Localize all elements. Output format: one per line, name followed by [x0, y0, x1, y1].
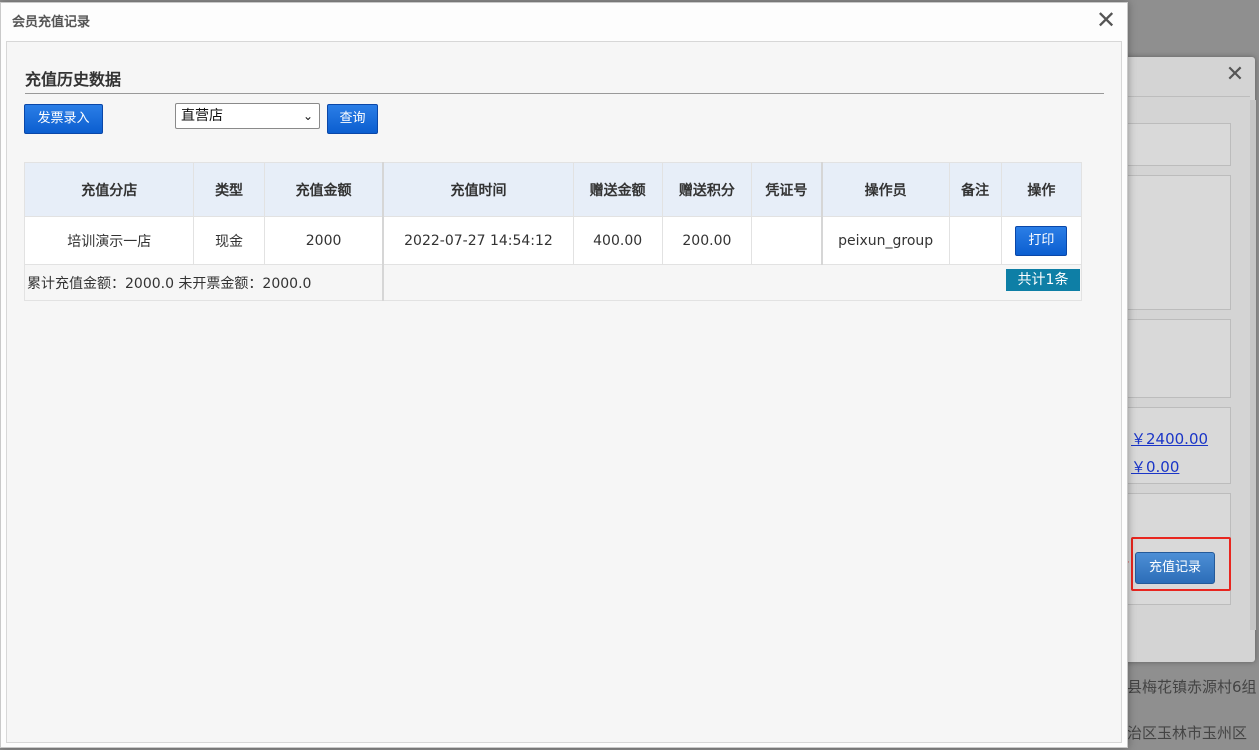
highlight-box	[1131, 537, 1231, 591]
store-select[interactable]: 直营店 ⌄	[175, 103, 320, 129]
cell-voucher	[751, 216, 823, 265]
background-divider	[1110, 96, 1250, 97]
query-button[interactable]: 查询	[327, 104, 378, 134]
background-field	[1127, 123, 1231, 166]
column-header: 凭证号	[751, 162, 823, 217]
section-divider	[25, 93, 1104, 94]
cell-bonus-points: 200.00	[661, 216, 753, 265]
column-header: 操作	[1000, 162, 1083, 217]
table-header-row: 充值分店 类型 充值金额 充值时间 赠送金额 赠送积分 凭证号 操作员 备注 操…	[23, 162, 1083, 217]
cell-amount: 2000	[263, 216, 385, 265]
background-field	[1127, 175, 1231, 310]
store-select-value: 直营店	[181, 108, 223, 124]
invoice-entry-button[interactable]: 发票录入	[24, 104, 103, 134]
background-scrollbar[interactable]	[1250, 100, 1256, 630]
column-header: 赠送积分	[661, 162, 753, 217]
chevron-down-icon: ⌄	[302, 109, 313, 123]
column-header: 备注	[948, 162, 1002, 217]
print-button[interactable]: 打印	[1015, 225, 1068, 256]
cell-time: 2022-07-27 14:54:12	[382, 216, 574, 265]
summary-right-cell: 共计1条	[382, 264, 1083, 301]
table-row: 培训演示一店 现金 2000 2022-07-27 14:54:12 400.0…	[23, 216, 1083, 265]
cell-type: 现金	[193, 216, 265, 265]
recharge-table: 充值分店 类型 充值金额 充值时间 赠送金额 赠送积分 凭证号 操作员 备注 操…	[23, 162, 1083, 301]
column-header: 操作员	[821, 162, 950, 217]
background-field	[1127, 319, 1231, 398]
background-address-1: 县梅花镇赤源村6组	[1127, 678, 1257, 696]
recharge-record-modal: 会员充值记录 ✕ 充值历史数据 发票录入 直营店 ⌄ 查询 充值分店 类型 充值…	[0, 2, 1128, 748]
summary-text: 累计充值金额：2000.0 未开票金额：2000.0	[24, 264, 385, 301]
modal-title: 会员充值记录	[12, 15, 91, 30]
background-address-2: 治区玉林市玉州区	[1127, 724, 1248, 742]
column-header: 赠送金额	[572, 162, 663, 217]
total-count-badge: 共计1条	[1006, 269, 1080, 291]
cell-bonus-amount: 400.00	[572, 216, 663, 265]
amount-link-2[interactable]: ￥0.00	[1131, 456, 1179, 477]
column-header: 充值金额	[263, 162, 385, 217]
table-summary-row: 累计充值金额：2000.0 未开票金额：2000.0 共计1条	[24, 264, 1083, 301]
column-header: 类型	[193, 162, 265, 217]
amount-link-1[interactable]: ￥2400.00	[1131, 428, 1208, 449]
modal-body: 充值历史数据 发票录入 直营店 ⌄ 查询 充值分店 类型 充值金额 充值时间 赠…	[6, 41, 1122, 743]
column-header: 充值分店	[23, 162, 195, 217]
section-title: 充值历史数据	[25, 70, 122, 89]
cell-store: 培训演示一店	[23, 216, 195, 265]
cell-operator: peixun_group	[821, 216, 950, 265]
background-close-icon[interactable]: ✕	[1222, 62, 1248, 88]
cell-remark	[948, 216, 1002, 265]
close-icon[interactable]: ✕	[1093, 7, 1119, 33]
column-header: 充值时间	[382, 162, 574, 217]
cell-action: 打印	[1000, 216, 1083, 265]
